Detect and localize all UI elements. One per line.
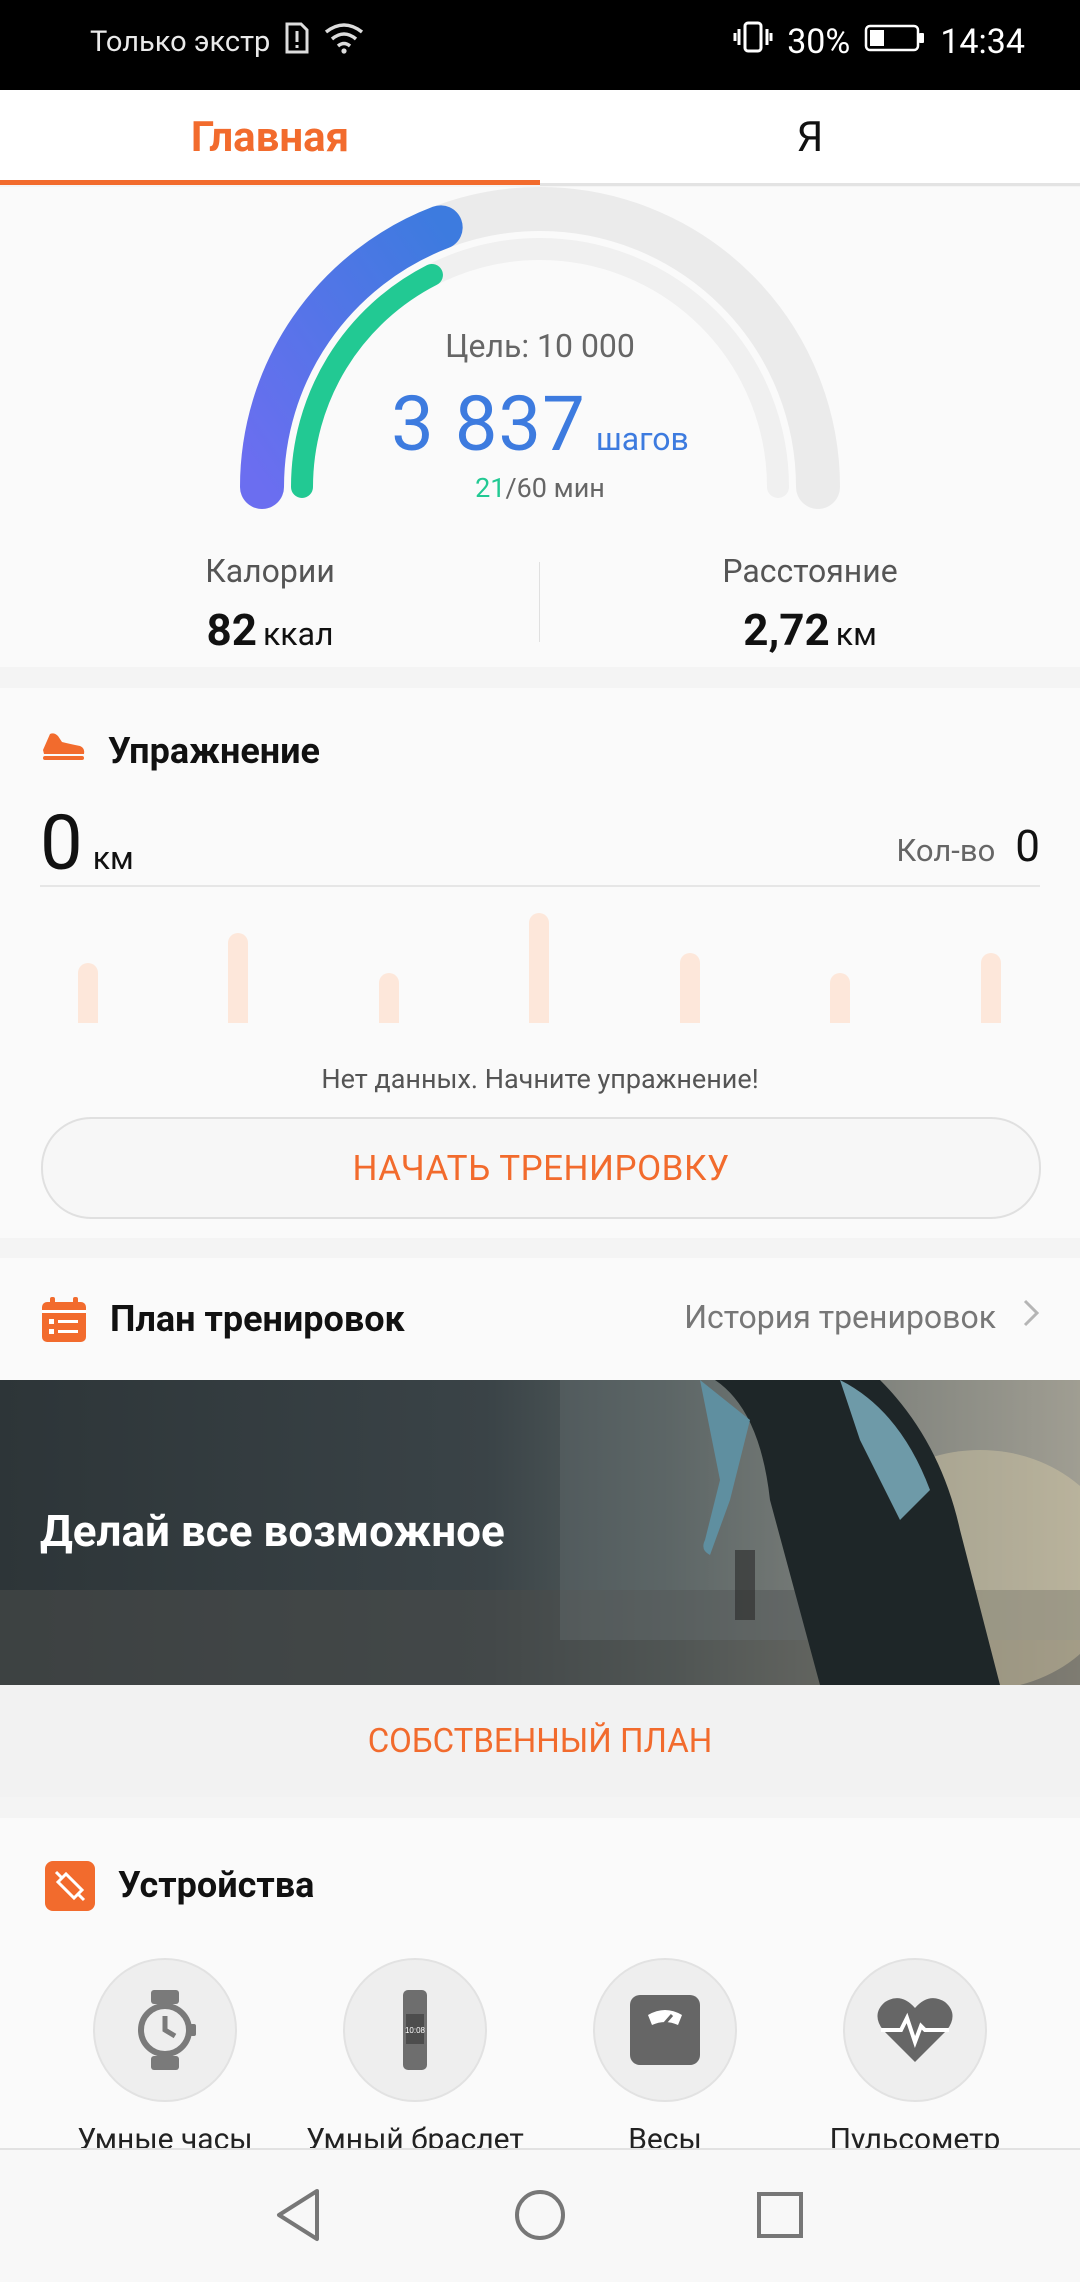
- distance-label: Расстояние: [722, 552, 898, 590]
- band-screen-time: 10:08: [405, 2026, 426, 2035]
- exercise-card[interactable]: Упражнение 0 км Кол-во 0 Нет данных. Нач…: [0, 688, 1080, 1238]
- workout-plan-header: План тренировок История тренировок: [0, 1258, 1080, 1380]
- active-minutes-goal: /60 мин: [505, 472, 605, 504]
- exercise-distance: 0 км: [40, 798, 134, 888]
- device-smartwatch[interactable]: Умные часы: [40, 1958, 290, 2157]
- back-triangle-icon: [277, 2189, 319, 2241]
- distance-unit: км: [835, 615, 877, 653]
- distance-stat: Расстояние 2,72 км: [540, 552, 1080, 656]
- placeholder-bar: [78, 963, 98, 1023]
- smartwatch-icon: [93, 1958, 237, 2102]
- scale-icon: [593, 1958, 737, 2102]
- steps-card[interactable]: Цель: 10 000 3 837 шагов 21/60 мин Калор…: [0, 187, 1080, 667]
- start-workout-button[interactable]: НАЧАТЬ ТРЕНИРОВКУ: [41, 1117, 1041, 1219]
- workout-history-link[interactable]: История тренировок: [684, 1298, 1040, 1336]
- active-tab-indicator: [0, 180, 540, 185]
- recent-square-icon: [757, 2192, 803, 2238]
- device-fitness-band[interactable]: 10:08 Умный браслет: [290, 1958, 540, 2157]
- tabs-divider: [540, 183, 1080, 186]
- steps-goal: Цель: 10 000: [445, 327, 635, 365]
- placeholder-bar: [529, 913, 549, 1023]
- tab-me[interactable]: Я: [540, 90, 1080, 185]
- tab-main[interactable]: Главная: [0, 90, 540, 185]
- recent-apps-button[interactable]: [745, 2180, 815, 2250]
- device-heart-rate-monitor[interactable]: Пульсометр: [790, 1958, 1040, 2157]
- distance-value: 2,72: [743, 604, 830, 656]
- calendar-icon: [40, 1296, 88, 1348]
- exercise-distance-unit: км: [92, 839, 134, 877]
- status-bar: Только экстр 30% 14:34: [0, 0, 1080, 90]
- calories-unit: ккал: [263, 615, 334, 653]
- calories-value: 82: [206, 604, 258, 656]
- exercise-placeholder-chart: [0, 913, 1080, 1023]
- workout-plan-title: План тренировок: [110, 1298, 405, 1340]
- chevron-right-icon: [1022, 1298, 1040, 1336]
- placeholder-bar: [981, 953, 1001, 1023]
- steps-unit: шагов: [595, 420, 689, 458]
- exercise-distance-value: 0: [40, 798, 83, 888]
- heart-rate-icon: [843, 1958, 987, 2102]
- vibrate-icon: [733, 20, 773, 63]
- calories-label: Калории: [205, 552, 335, 590]
- exercise-title: Упражнение: [108, 730, 320, 772]
- exercise-count-label: Кол-во: [896, 832, 996, 869]
- home-button[interactable]: [505, 2180, 575, 2250]
- active-minutes-value: 21: [475, 472, 506, 504]
- placeholder-bar: [830, 973, 850, 1023]
- banner-text: Делай все возможное: [40, 1505, 505, 1557]
- devices-title: Устройства: [118, 1864, 315, 1906]
- steps-count-line: 3 837 шагов: [0, 379, 1080, 469]
- wifi-icon: [324, 22, 364, 62]
- top-tabs: Главная Я: [0, 90, 1080, 186]
- exercise-divider: [40, 885, 1040, 887]
- battery-percent: 30%: [787, 21, 851, 62]
- sim-alert-icon: [284, 22, 310, 62]
- system-navigation-bar: [0, 2148, 1080, 2282]
- no-data-message: Нет данных. Начните упражнение!: [321, 1063, 759, 1095]
- running-shoe-icon: [40, 728, 86, 768]
- devices-icon: [44, 1860, 96, 1916]
- workout-history-label: История тренировок: [684, 1298, 996, 1336]
- own-plan-button[interactable]: СОБСТВЕННЫЙ ПЛАН: [0, 1685, 1080, 1797]
- placeholder-bar: [228, 933, 248, 1023]
- clock: 14:34: [940, 21, 1025, 62]
- devices-card: Устройства Умные часы 10:08 Умный брасле…: [0, 1818, 1080, 2157]
- back-button[interactable]: [263, 2180, 333, 2250]
- calories-stat: Калории 82 ккал: [0, 552, 540, 656]
- placeholder-bar: [379, 973, 399, 1023]
- placeholder-bar: [680, 953, 700, 1023]
- workout-banner[interactable]: Делай все возможное: [0, 1380, 1080, 1685]
- home-circle-icon: [515, 2190, 565, 2240]
- exercise-count: Кол-во 0: [896, 820, 1040, 872]
- active-minutes: 21/60 мин: [0, 472, 1080, 504]
- carrier-label: Только экстр: [90, 25, 271, 59]
- battery-icon: [864, 22, 926, 62]
- exercise-count-value: 0: [1015, 820, 1040, 872]
- device-scale[interactable]: Весы: [540, 1958, 790, 2157]
- fitness-band-icon: 10:08: [343, 1958, 487, 2102]
- steps-count: 3 837: [391, 379, 586, 469]
